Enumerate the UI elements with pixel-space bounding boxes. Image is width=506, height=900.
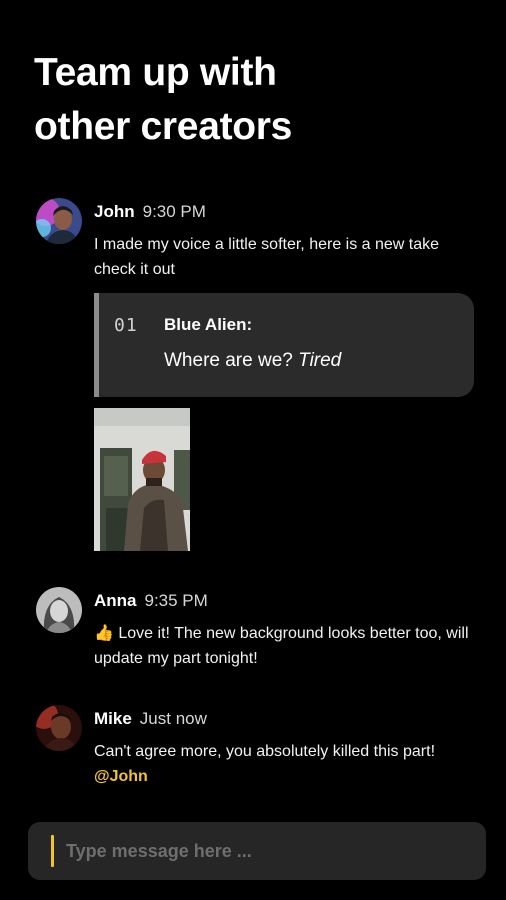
message-text: I made my voice a little softer, here is… [94, 236, 440, 278]
attached-photo-image [94, 408, 190, 551]
message-time: 9:35 PM [144, 591, 208, 610]
quote-dialogue-text: Where are we? [164, 350, 293, 371]
message-anna-meta: Anna 9:35 PM [94, 591, 208, 611]
avatar-john-image [36, 198, 82, 244]
message-composer[interactable] [28, 822, 486, 880]
sender-name[interactable]: Anna [94, 591, 137, 610]
headline-line-2: other creators [34, 105, 293, 148]
avatar-mike-image [36, 705, 82, 751]
avatar-anna-image [36, 587, 82, 633]
attached-photo[interactable] [94, 408, 190, 551]
sender-name[interactable]: John [94, 202, 135, 221]
message-time: Just now [139, 709, 207, 728]
quote-line-number: 01 [114, 315, 138, 336]
quote-emotion-tag: Tired [298, 350, 342, 371]
thumbs-up-emoji-icon: 👍 [94, 625, 114, 642]
message-input[interactable] [66, 831, 466, 871]
quote-accent-bar [94, 293, 99, 397]
avatar-anna[interactable] [36, 587, 82, 633]
quoted-line-card[interactable]: 01 Blue Alien: Where are we? Tired [94, 293, 474, 397]
quote-dialogue: Where are we? Tired [164, 350, 341, 372]
sender-name[interactable]: Mike [94, 709, 132, 728]
message-text-content: Can't agree more, you absolutely killed … [94, 743, 436, 760]
message-text: 👍 Love it! The new background looks bett… [94, 621, 474, 671]
message-john-meta: John 9:30 PM [94, 202, 206, 222]
quote-character-name: Blue Alien: [164, 315, 253, 334]
message-mike-meta: Mike Just now [94, 709, 207, 729]
avatar-mike[interactable] [36, 705, 82, 751]
message-text: Can't agree more, you absolutely killed … [94, 739, 474, 789]
headline: Team up with other creators [34, 46, 474, 154]
user-mention[interactable]: @John [94, 768, 148, 785]
headline-line-1: Team up with [34, 51, 277, 94]
avatar-john[interactable] [36, 198, 82, 244]
text-cursor [51, 835, 54, 867]
message-time: 9:30 PM [142, 202, 206, 221]
message-text-content: Love it! The new background looks better… [94, 625, 469, 667]
